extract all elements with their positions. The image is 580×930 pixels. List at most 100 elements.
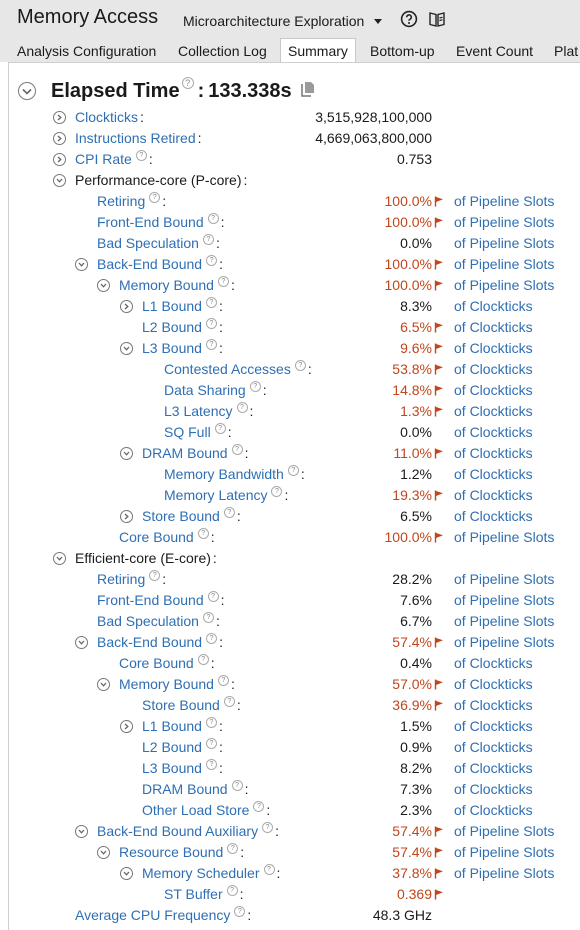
help-icon[interactable]: ? xyxy=(231,443,243,455)
metric-name[interactable]: Retiring xyxy=(97,193,145,209)
help-icon[interactable]: ? xyxy=(205,716,217,728)
help-icon[interactable]: ? xyxy=(202,611,214,623)
collapse-icon[interactable] xyxy=(120,447,133,460)
metric-name[interactable]: Memory Bound xyxy=(119,277,214,293)
metric-unit-link[interactable]: of Pipeline Slots xyxy=(454,823,554,839)
help-icon[interactable]: ? xyxy=(263,863,275,875)
metric-unit-link[interactable]: of Clockticks xyxy=(454,340,533,356)
collapse-icon[interactable] xyxy=(97,846,110,859)
tab-analysis-configuration[interactable]: Analysis Configuration xyxy=(17,40,156,62)
metric-name[interactable]: Resource Bound xyxy=(119,844,223,860)
help-icon[interactable]: ? xyxy=(205,737,217,749)
collapse-icon[interactable] xyxy=(75,258,88,271)
help-icon[interactable]: ? xyxy=(206,254,218,266)
metric-name[interactable]: Contested Accesses xyxy=(164,361,291,377)
collapse-icon[interactable] xyxy=(120,867,133,880)
metric-unit-link[interactable]: of Clockticks xyxy=(454,403,533,419)
help-icon[interactable]: ? xyxy=(202,233,214,245)
metric-unit-link[interactable]: of Clockticks xyxy=(454,739,533,755)
tab-summary[interactable]: Summary xyxy=(280,38,356,62)
analysis-type-dropdown[interactable]: Microarchitecture Exploration xyxy=(183,11,383,31)
tab-collection-log[interactable]: Collection Log xyxy=(178,40,267,62)
metric-name[interactable]: Retiring xyxy=(97,571,145,587)
metric-name[interactable]: Back-End Bound xyxy=(97,634,202,650)
tab-platform[interactable]: Plat xyxy=(554,40,578,62)
metric-name[interactable]: Other Load Store xyxy=(142,802,249,818)
help-icon[interactable]: ? xyxy=(234,905,246,917)
metric-name[interactable]: Memory Bandwidth xyxy=(164,466,284,482)
metric-unit-link[interactable]: of Clockticks xyxy=(454,382,533,398)
metric-name[interactable]: Core Bound xyxy=(119,529,194,545)
help-icon[interactable]: ? xyxy=(217,674,229,686)
metric-name[interactable]: Average CPU Frequency xyxy=(75,907,230,923)
metric-unit-link[interactable]: of Pipeline Slots xyxy=(454,571,554,587)
metric-name[interactable]: L2 Bound xyxy=(142,739,202,755)
metric-unit-link[interactable]: of Pipeline Slots xyxy=(454,529,554,545)
metric-name[interactable]: Back-End Bound xyxy=(97,256,202,272)
metric-name[interactable]: SQ Full xyxy=(164,424,211,440)
metric-unit-link[interactable]: of Clockticks xyxy=(454,445,533,461)
metric-name[interactable]: Instructions Retired xyxy=(75,130,196,146)
metric-unit-link[interactable]: of Pipeline Slots xyxy=(454,277,554,293)
expand-icon[interactable] xyxy=(53,132,66,145)
help-icon[interactable]: ? xyxy=(149,569,161,581)
metric-name[interactable]: Data Sharing xyxy=(164,382,246,398)
metric-name[interactable]: L3 Bound xyxy=(142,340,202,356)
metric-unit-link[interactable]: of Pipeline Slots xyxy=(454,844,554,860)
metric-unit-link[interactable]: of Clockticks xyxy=(454,487,533,503)
expand-icon[interactable] xyxy=(53,111,66,124)
metric-name[interactable]: CPI Rate xyxy=(75,151,132,167)
metric-name[interactable]: L1 Bound xyxy=(142,298,202,314)
expand-icon[interactable] xyxy=(120,720,133,733)
metric-unit-link[interactable]: of Clockticks xyxy=(454,676,533,692)
metric-name[interactable]: L3 Bound xyxy=(142,760,202,776)
metric-unit-link[interactable]: of Pipeline Slots xyxy=(454,193,554,209)
metric-name[interactable]: Store Bound xyxy=(142,508,220,524)
metric-name[interactable]: L2 Bound xyxy=(142,319,202,335)
metric-unit-link[interactable]: of Pipeline Slots xyxy=(454,634,554,650)
help-icon[interactable]: ? xyxy=(214,422,226,434)
metric-name[interactable]: Bad Speculation xyxy=(97,613,199,629)
metric-name[interactable]: DRAM Bound xyxy=(142,781,228,797)
help-icon[interactable]: ? xyxy=(135,149,147,161)
metric-unit-link[interactable]: of Clockticks xyxy=(454,298,533,314)
metric-unit-link[interactable]: of Clockticks xyxy=(454,718,533,734)
help-icon[interactable]: ? xyxy=(223,695,235,707)
collapse-icon[interactable] xyxy=(53,552,66,565)
metric-unit-link[interactable]: of Pipeline Slots xyxy=(454,214,554,230)
metric-unit-link[interactable]: of Pipeline Slots xyxy=(454,865,554,881)
metric-name[interactable]: Memory Scheduler xyxy=(142,865,260,881)
help-icon[interactable]: ? xyxy=(197,527,209,539)
help-icon[interactable]: ? xyxy=(223,506,235,518)
metric-unit-link[interactable]: of Clockticks xyxy=(454,655,533,671)
metric-unit-link[interactable]: of Clockticks xyxy=(454,361,533,377)
open-book-icon[interactable] xyxy=(428,10,446,28)
tab-bottom-up[interactable]: Bottom-up xyxy=(370,40,435,62)
metric-name[interactable]: Memory Bound xyxy=(119,676,214,692)
metric-name[interactable]: L1 Bound xyxy=(142,718,202,734)
metric-name[interactable]: Store Bound xyxy=(142,697,220,713)
help-icon[interactable]: ? xyxy=(227,842,239,854)
metric-name[interactable]: ST Buffer xyxy=(164,886,223,902)
help-icon[interactable]: ? xyxy=(206,632,218,644)
metric-unit-link[interactable]: of Pipeline Slots xyxy=(454,256,554,272)
tab-event-count[interactable]: Event Count xyxy=(456,40,533,62)
metric-name[interactable]: L3 Latency xyxy=(164,403,233,419)
metric-unit-link[interactable]: of Clockticks xyxy=(454,760,533,776)
help-icon[interactable]: ? xyxy=(253,800,265,812)
help-icon[interactable]: ? xyxy=(271,485,283,497)
metric-name[interactable]: Front-End Bound xyxy=(97,214,204,230)
metric-unit-link[interactable]: of Clockticks xyxy=(454,424,533,440)
collapse-elapsed-icon[interactable] xyxy=(18,82,36,100)
expand-icon[interactable] xyxy=(53,153,66,166)
collapse-icon[interactable] xyxy=(75,636,88,649)
help-icon[interactable]: ? xyxy=(207,212,219,224)
help-icon[interactable] xyxy=(400,10,418,28)
help-icon[interactable]: ? xyxy=(217,275,229,287)
expand-icon[interactable] xyxy=(120,300,133,313)
metric-unit-link[interactable]: of Pipeline Slots xyxy=(454,235,554,251)
collapse-icon[interactable] xyxy=(120,342,133,355)
metric-name[interactable]: Front-End Bound xyxy=(97,592,204,608)
help-icon[interactable]: ? xyxy=(197,653,209,665)
metric-unit-link[interactable]: of Pipeline Slots xyxy=(454,613,554,629)
